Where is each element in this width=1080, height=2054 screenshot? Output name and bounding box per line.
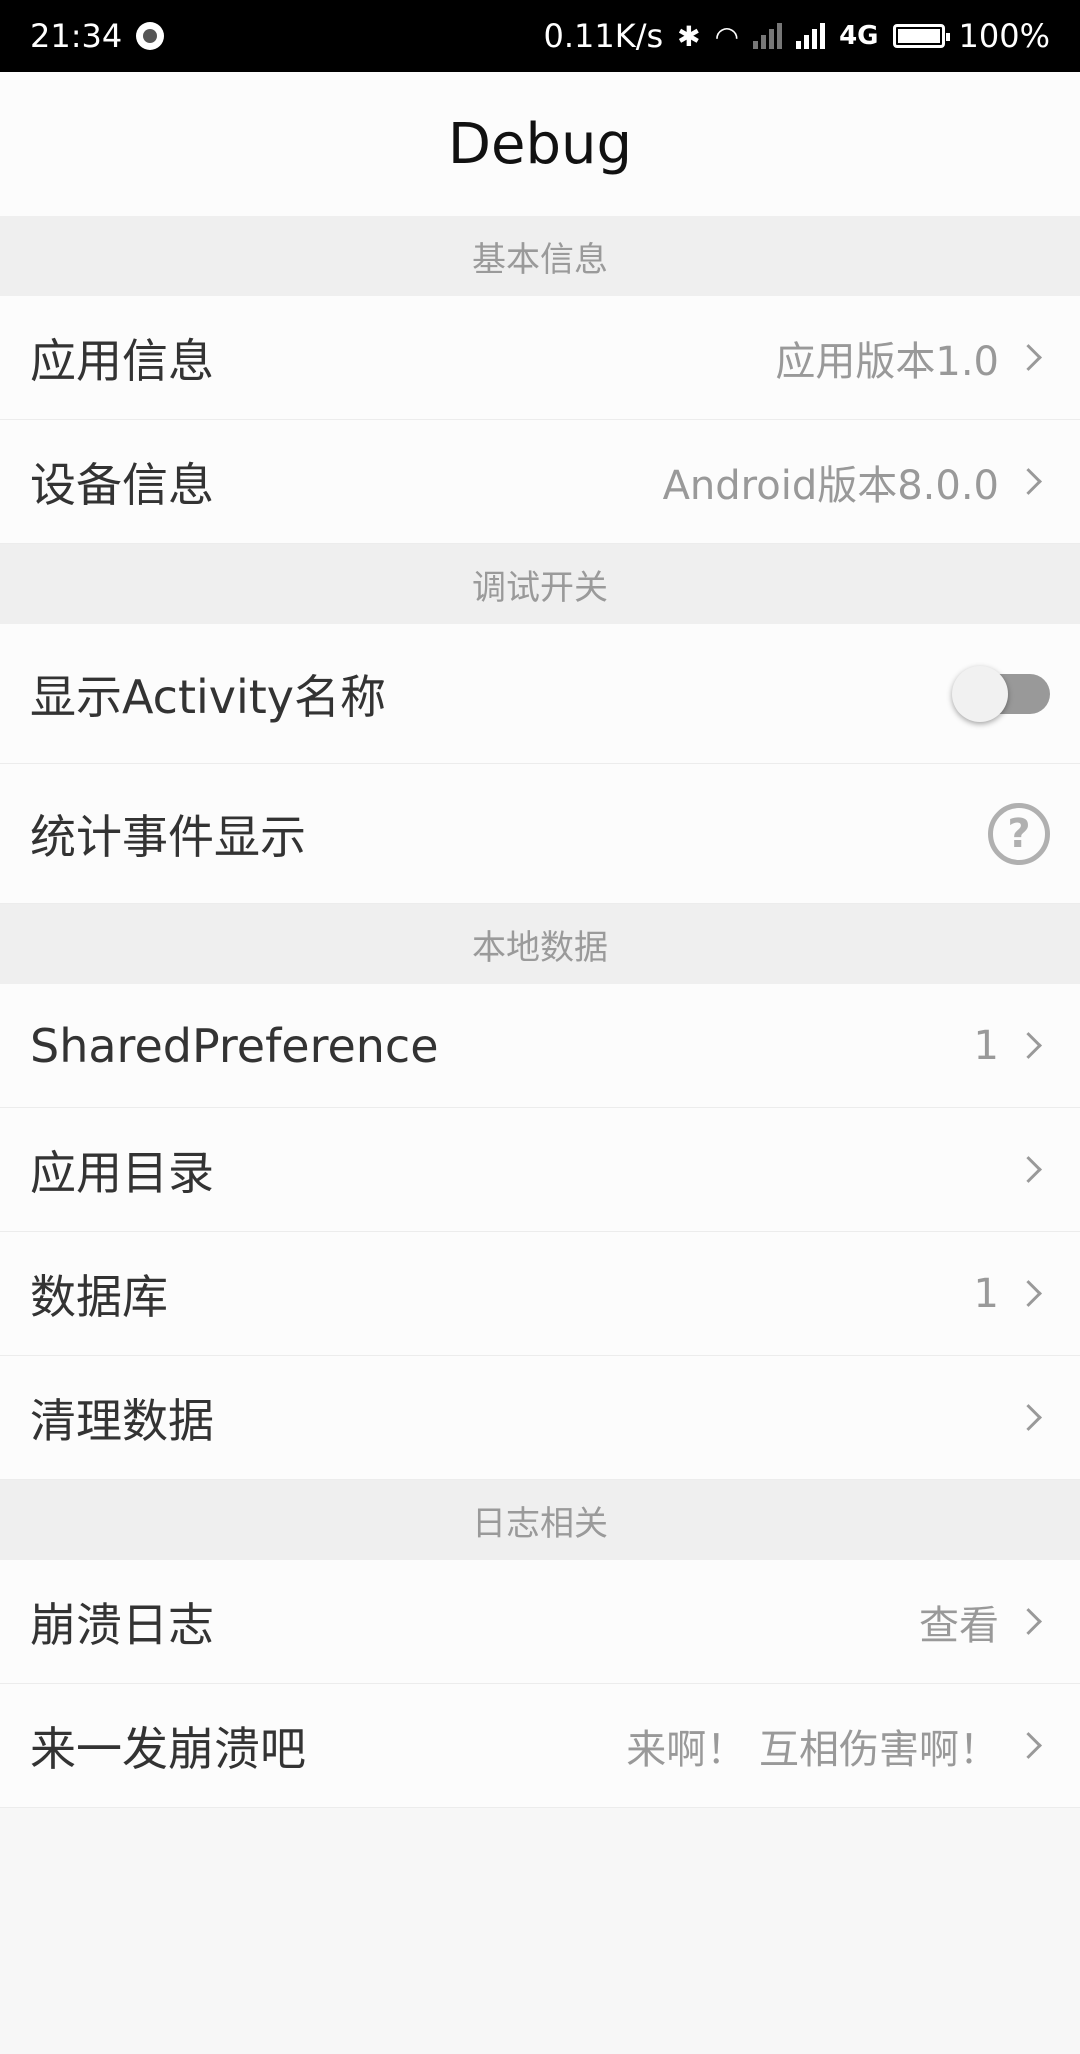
row-label: 崩溃日志 [30,1597,214,1652]
row-label: 清理数据 [30,1393,214,1448]
row-right: Android版本8.0.0 [663,453,1050,511]
row-app-directory[interactable]: 应用目录 [0,1108,1080,1232]
section-title: 基本信息 [472,239,608,280]
section-title: 本地数据 [472,927,608,968]
row-right [1015,1156,1050,1183]
battery-icon [892,24,950,48]
row-crash-log[interactable]: 崩溃日志 查看 [0,1560,1080,1684]
row-count: 1 [973,1270,999,1317]
status-time: 21:34 [30,17,123,55]
help-icon[interactable]: ? [988,802,1050,865]
row-right: 1 [974,1023,1050,1069]
row-app-info[interactable]: 应用信息 应用版本1.0 [0,296,1080,420]
row-right: 来啊！ 互相伤害啊！ [626,1717,1050,1775]
wifi-icon: ◠ [714,19,740,53]
row-database[interactable]: 数据库 1 [0,1232,1080,1356]
section-title: 日志相关 [472,1503,608,1544]
row-label: 设备信息 [30,457,214,512]
section-header-basic-info: 基本信息 [0,216,1080,296]
section-header-logs: 日志相关 [0,1480,1080,1560]
row-show-activity-name: 显示Activity名称 [0,624,1080,764]
chevron-right-icon [1015,1608,1042,1635]
row-label: 显示Activity名称 [30,669,387,724]
network-speed: 0.11K/s [543,17,664,55]
row-label: 数据库 [30,1269,168,1324]
row-label: 应用信息 [30,333,214,388]
section-header-debug-switches: 调试开关 [0,544,1080,624]
record-icon [136,22,165,50]
status-bar: 21:34 0.11K/s ✱ ◠ 4G 100% [0,0,1080,72]
chevron-right-icon [1015,1156,1042,1183]
network-type: 4G [839,21,879,51]
chevron-right-icon [1015,1732,1042,1759]
row-count: 1 [973,1022,999,1069]
bottom-blank-area [0,1808,1080,2054]
row-right: 查看 [919,1593,1050,1651]
status-right: 0.11K/s ✱ ◠ 4G 100% [543,17,1050,55]
row-label: 来一发崩溃吧 [30,1721,306,1776]
row-event-stats-display[interactable]: 统计事件显示 ? [0,764,1080,904]
chevron-right-icon [1015,1032,1042,1059]
row-right: 1 [974,1271,1050,1317]
section-header-local-data: 本地数据 [0,904,1080,984]
chevron-right-icon [1015,344,1042,371]
chevron-right-icon [1015,468,1042,495]
bluetooth-icon: ✱ [677,19,701,53]
chevron-right-icon [1015,1404,1042,1431]
row-trigger-crash[interactable]: 来一发崩溃吧 来啊！ 互相伤害啊！ [0,1684,1080,1808]
page-title: Debug [447,111,633,177]
section-title: 调试开关 [472,567,608,608]
chevron-right-icon [1015,1280,1042,1307]
status-left: 21:34 [30,17,165,55]
row-right: 应用版本1.0 [775,329,1050,387]
signal-sim2-icon [796,23,826,49]
row-label: 统计事件显示 [30,809,306,864]
row-clear-data[interactable]: 清理数据 [0,1356,1080,1480]
activity-name-toggle[interactable] [952,665,1050,722]
signal-sim1-icon [753,23,783,49]
toggle-knob [952,665,1008,722]
row-label: SharedPreference [30,1018,439,1073]
battery-level: 100% [958,17,1050,55]
row-right [1015,1404,1050,1431]
row-value: 应用版本1.0 [775,338,999,385]
row-value: 查看 [919,1602,999,1649]
row-label: 应用目录 [30,1145,214,1200]
row-value: 来啊！ 互相伤害啊！ [626,1726,999,1773]
page-title-bar: Debug [0,72,1080,216]
row-device-info[interactable]: 设备信息 Android版本8.0.0 [0,420,1080,544]
row-value: Android版本8.0.0 [662,462,999,509]
row-shared-preference[interactable]: SharedPreference 1 [0,984,1080,1108]
